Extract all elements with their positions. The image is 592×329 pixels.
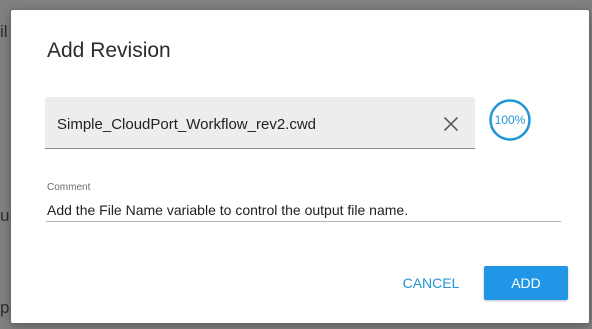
add-button[interactable]: ADD (484, 266, 568, 300)
background-text-fragment: u (0, 206, 10, 225)
close-icon[interactable] (441, 114, 461, 134)
cancel-button[interactable]: CANCEL (395, 266, 467, 300)
file-name-field[interactable]: Simple_CloudPort_Workflow_rev2.cwd (45, 97, 475, 149)
comment-input[interactable] (46, 198, 561, 222)
background-text-fragment: p (0, 298, 10, 317)
dialog-title: Add Revision (47, 39, 171, 62)
comment-label: Comment (47, 182, 91, 193)
upload-progress-text: 100% (494, 113, 526, 127)
file-name-value: Simple_CloudPort_Workflow_rev2.cwd (57, 116, 316, 133)
background-text-fragment: il (0, 22, 8, 41)
upload-progress-indicator: 100% (488, 98, 532, 142)
add-revision-dialog: Add Revision Simple_CloudPort_Workflow_r… (11, 10, 589, 323)
